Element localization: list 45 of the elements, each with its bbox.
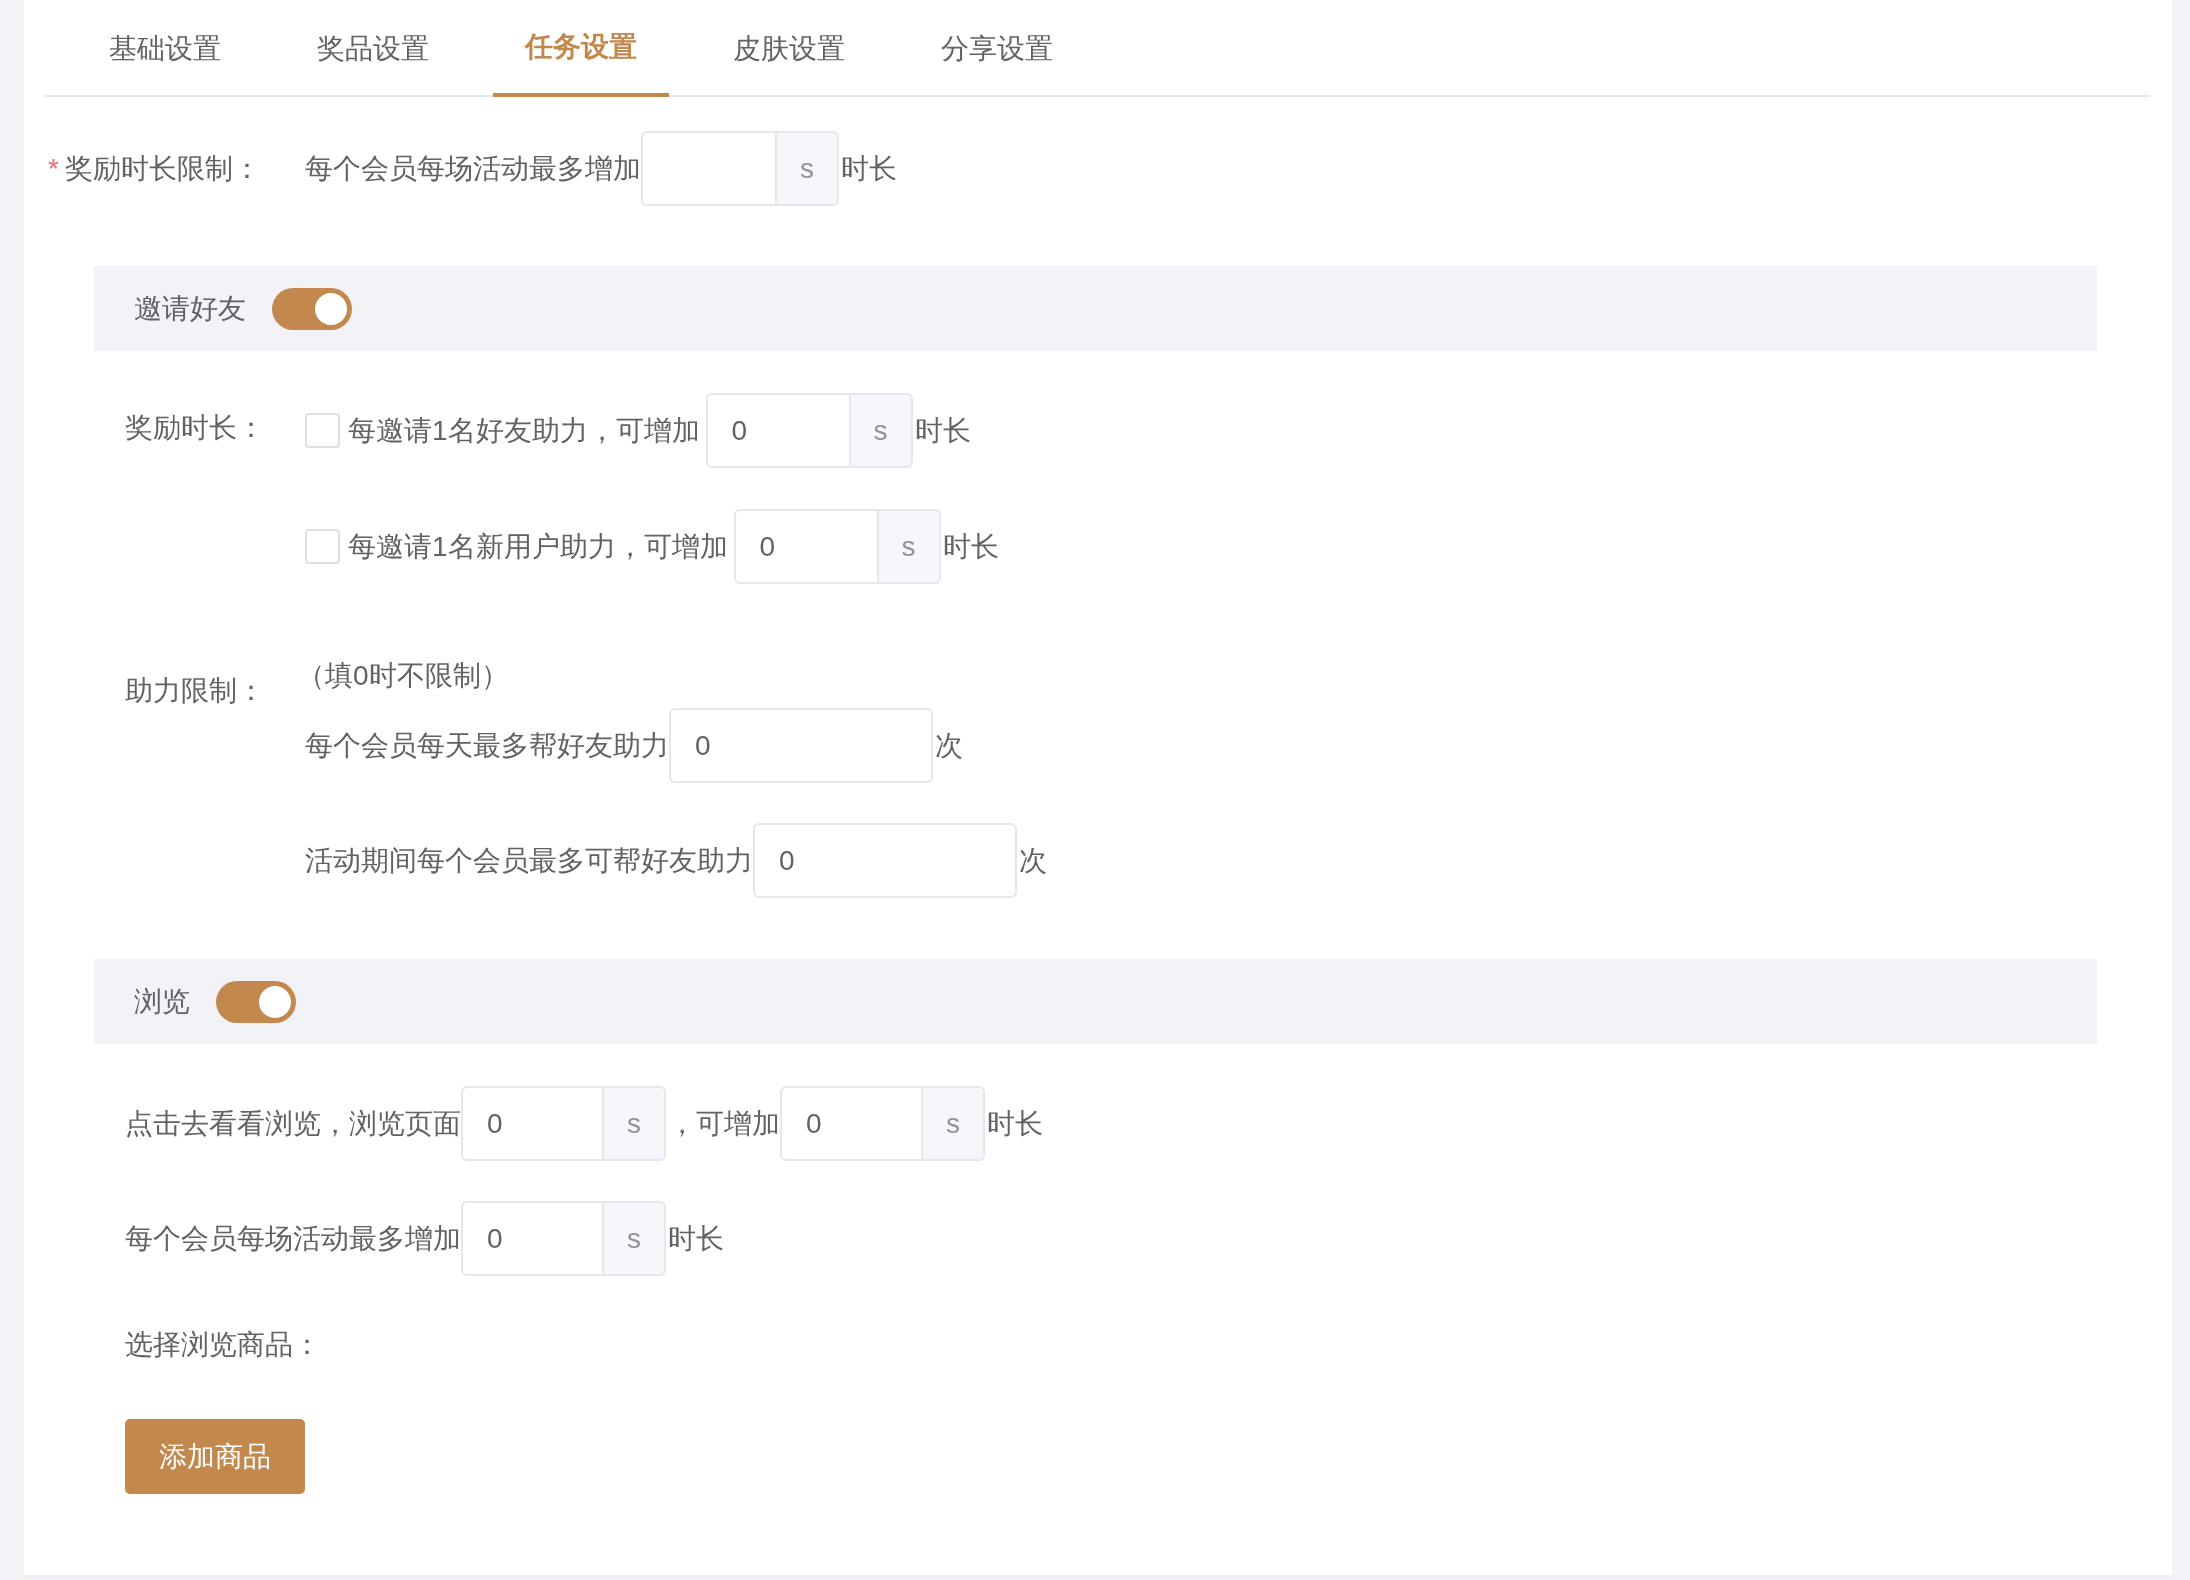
section-title: 浏览	[134, 984, 190, 1019]
toggle-switch[interactable]	[272, 287, 352, 330]
field-label: ，可增加	[668, 1106, 780, 1141]
field-label: 时长	[668, 1221, 724, 1256]
input-field[interactable]: 0	[733, 509, 879, 584]
input-field[interactable]: 0	[705, 393, 851, 468]
unit-addon: s	[923, 1086, 985, 1161]
input-field[interactable]: 0	[753, 823, 1017, 898]
input-field[interactable]: 0	[669, 708, 933, 783]
input-field[interactable]: 0	[461, 1086, 604, 1161]
field-label: 时长	[914, 413, 971, 448]
input-field[interactable]	[641, 131, 777, 206]
unit-addon: s	[777, 131, 839, 206]
field-label: 奖励时长：	[125, 412, 265, 443]
unit-addon: s	[850, 393, 913, 468]
tab[interactable]: 皮肤设置	[701, 0, 877, 97]
tab[interactable]: 基础设置	[77, 0, 253, 97]
field-label: 每个会员每天最多帮好友助力	[305, 728, 669, 763]
tab[interactable]: 奖品设置	[285, 0, 461, 97]
field-label: 次	[935, 728, 963, 763]
field-label: 每个会员每场活动最多增加	[305, 151, 641, 186]
field-label: 点击去看看浏览，浏览页面	[125, 1106, 461, 1141]
required-mark: *	[48, 152, 59, 184]
unit-addon: s	[604, 1201, 666, 1276]
field-label: 助力限制：	[125, 675, 265, 706]
field-label: 时长	[942, 529, 999, 564]
field-label: 时长	[987, 1106, 1043, 1141]
unit-addon: s	[604, 1086, 666, 1161]
tab[interactable]: 分享设置	[909, 0, 1085, 97]
field-label: 活动期间每个会员最多可帮好友助力	[305, 843, 753, 878]
field-label: 每个会员每场活动最多增加	[125, 1221, 461, 1256]
field-label: 每邀请1名新用户助力，可增加	[348, 529, 728, 564]
field-label: （填0时不限制）	[297, 659, 509, 693]
checkbox[interactable]	[305, 529, 340, 564]
checkbox[interactable]	[305, 413, 340, 448]
input-field[interactable]: 0	[461, 1201, 604, 1276]
toggle-switch[interactable]	[216, 980, 296, 1023]
field-label: 时长	[841, 151, 897, 186]
field-label: 奖励时长限制：	[64, 152, 261, 184]
field-label: 次	[1019, 843, 1047, 878]
field-label: 选择浏览商品：	[125, 1328, 321, 1362]
field-label: 每邀请1名好友助力，可增加	[348, 413, 700, 448]
section-title: 邀请好友	[134, 291, 246, 326]
unit-addon: s	[878, 509, 941, 584]
input-field[interactable]: 0	[780, 1086, 923, 1161]
